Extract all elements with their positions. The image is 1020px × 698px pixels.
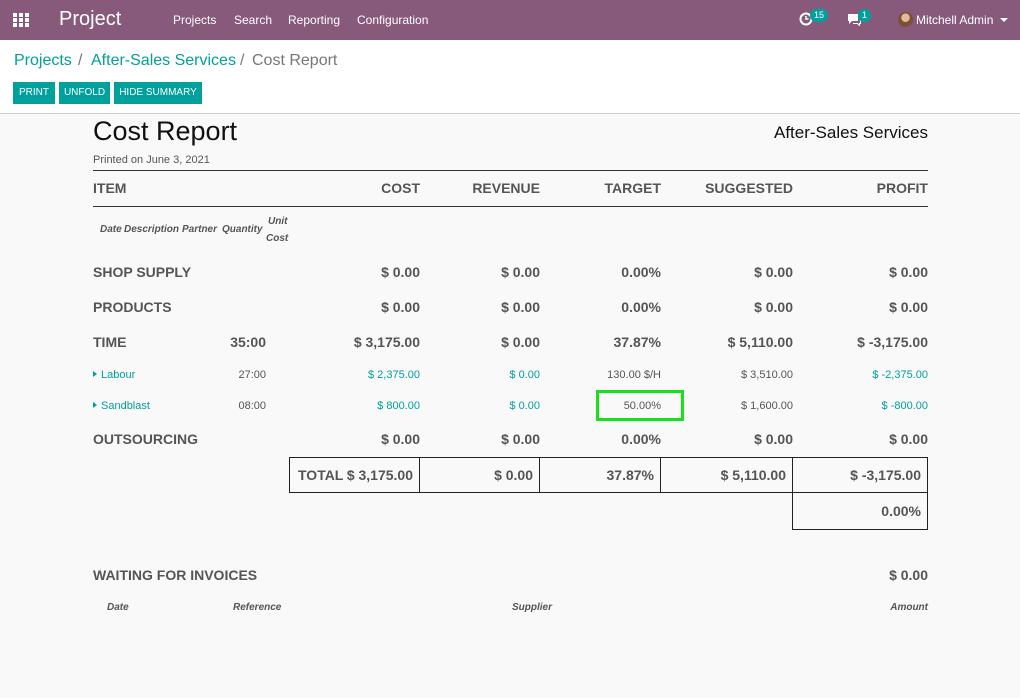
expand-caret-icon[interactable] [93, 402, 97, 408]
labour-cost[interactable]: $ 2,375.00 [300, 369, 420, 381]
section-products[interactable]: PRODUCTS [93, 299, 172, 315]
shop-supply-suggested: $ 0.00 [754, 264, 793, 280]
line-sandblast-name[interactable]: Sandblast [101, 400, 150, 412]
menu-search[interactable]: Search [234, 13, 272, 27]
header-top-rule [93, 170, 928, 171]
menu-configuration[interactable]: Configuration [357, 13, 428, 27]
app-switcher-icon[interactable] [13, 13, 30, 27]
products-target: 0.00% [621, 299, 661, 315]
activity-count-badge: 15 [810, 9, 829, 22]
outsourcing-suggested: $ 0.00 [754, 431, 793, 447]
total-suggested: $ 5,110.00 [720, 467, 786, 483]
menu-projects[interactable]: Projects [173, 13, 216, 27]
breadcrumb-separator: / [240, 52, 245, 69]
outsourcing-revenue: $ 0.00 [501, 431, 540, 447]
user-avatar[interactable] [898, 12, 913, 27]
top-navbar: Project Projects Search Reporting Config… [0, 0, 1020, 40]
shop-supply-cost: $ 0.00 [381, 264, 420, 280]
breadcrumb-after-sales-services[interactable]: After-Sales Services [91, 52, 236, 70]
hide-summary-button[interactable]: HIDE SUMMARY [114, 82, 202, 104]
time-revenue: $ 0.00 [501, 334, 540, 350]
products-suggested: $ 0.00 [754, 299, 793, 315]
labour-hours: 27:00 [238, 369, 266, 381]
waiting-col-reference: Reference [233, 602, 282, 613]
products-profit: $ 0.00 [889, 299, 928, 315]
sub-header-description: Description [124, 224, 180, 235]
labour-target: 130.00 $/H [607, 369, 661, 381]
control-panel: Projects / After-Sales Services / Cost R… [0, 40, 1020, 114]
line-labour[interactable]: Labour [93, 369, 135, 381]
time-target: 37.87% [613, 334, 661, 350]
col-header-cost: COST [381, 180, 420, 196]
time-profit: $ -3,175.00 [857, 334, 928, 350]
sub-header-cost: Cost [266, 233, 289, 244]
menu-reporting[interactable]: Reporting [288, 13, 340, 27]
total-profit-percentage: 0.00% [881, 503, 921, 519]
time-suggested: $ 5,110.00 [727, 334, 793, 350]
sub-header-unit: Unit [268, 216, 288, 227]
labour-profit[interactable]: $ -2,375.00 [793, 369, 928, 381]
col-header-suggested: SUGGESTED [705, 180, 793, 196]
waiting-col-date: Date [107, 602, 129, 613]
user-menu-name[interactable]: Mitchell Admin [916, 13, 993, 27]
header-bottom-rule [93, 206, 928, 207]
user-menu-caret-icon[interactable] [1000, 18, 1008, 22]
col-header-item: ITEM [93, 180, 127, 196]
sub-header-date: Date [100, 224, 122, 235]
printed-date: Printed on June 3, 2021 [93, 154, 210, 166]
breadcrumb-current: Cost Report [252, 52, 338, 69]
sandblast-hours: 08:00 [238, 400, 266, 412]
line-labour-name[interactable]: Labour [101, 369, 135, 381]
total-profit: $ -3,175.00 [850, 467, 921, 483]
total-revenue: $ 0.00 [494, 467, 533, 483]
breadcrumb-projects[interactable]: Projects [14, 52, 72, 70]
section-shop-supply[interactable]: SHOP SUPPLY [93, 264, 191, 280]
section-outsourcing[interactable]: OUTSOURCING [93, 431, 198, 447]
report-project-name: After-Sales Services [774, 123, 928, 142]
highlight-box [596, 390, 684, 421]
sandblast-cost[interactable]: $ 800.00 [300, 400, 420, 412]
outsourcing-target: 0.00% [621, 431, 661, 447]
report-title: Cost Report [93, 116, 238, 146]
sandblast-profit[interactable]: $ -800.00 [793, 400, 928, 412]
waiting-invoices-amount: $ 0.00 [889, 567, 928, 583]
breadcrumb-separator: / [78, 52, 83, 69]
col-header-target: TARGET [604, 180, 661, 196]
sub-header-quantity: Quantity [222, 224, 263, 235]
col-header-revenue: REVENUE [472, 180, 540, 196]
outsourcing-profit: $ 0.00 [889, 431, 928, 447]
section-time[interactable]: TIME [93, 334, 126, 350]
message-count-badge: 1 [858, 9, 872, 22]
waiting-col-supplier: Supplier [512, 602, 553, 613]
waiting-invoices-title: WAITING FOR INVOICES [93, 567, 258, 583]
outsourcing-cost: $ 0.00 [381, 431, 420, 447]
app-brand[interactable]: Project [59, 8, 121, 31]
total-target: 37.87% [606, 467, 654, 483]
shop-supply-profit: $ 0.00 [889, 264, 928, 280]
line-sandblast[interactable]: Sandblast [93, 400, 150, 412]
labour-suggested: $ 3,510.00 [741, 369, 793, 381]
waiting-col-amount: Amount [890, 602, 928, 613]
time-cost: $ 3,175.00 [353, 334, 420, 350]
time-hours: 35:00 [230, 334, 266, 350]
shop-supply-revenue: $ 0.00 [501, 264, 540, 280]
unfold-button[interactable]: UNFOLD [59, 82, 110, 104]
print-button[interactable]: PRINT [13, 82, 55, 104]
total-cost: $ 3,175.00 [346, 467, 413, 483]
sandblast-revenue[interactable]: $ 0.00 [420, 400, 540, 412]
expand-caret-icon[interactable] [93, 371, 97, 377]
labour-revenue[interactable]: $ 0.00 [420, 369, 540, 381]
col-header-profit: PROFIT [876, 180, 928, 196]
sub-header-partner: Partner [182, 224, 218, 235]
products-revenue: $ 0.00 [501, 299, 540, 315]
products-cost: $ 0.00 [381, 299, 420, 315]
shop-supply-target: 0.00% [621, 264, 661, 280]
